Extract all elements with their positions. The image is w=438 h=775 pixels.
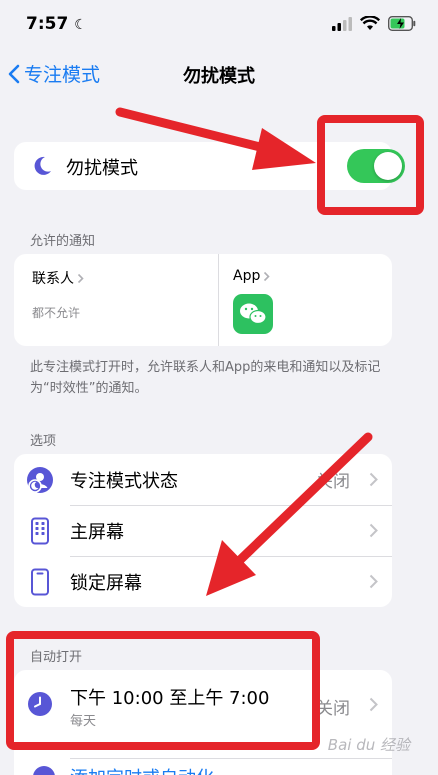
annotation-arrow <box>115 107 316 170</box>
watermark: Bai du 经验 <box>327 736 410 754</box>
annotation-arrow <box>206 432 373 596</box>
annotation-arrows <box>115 107 373 596</box>
